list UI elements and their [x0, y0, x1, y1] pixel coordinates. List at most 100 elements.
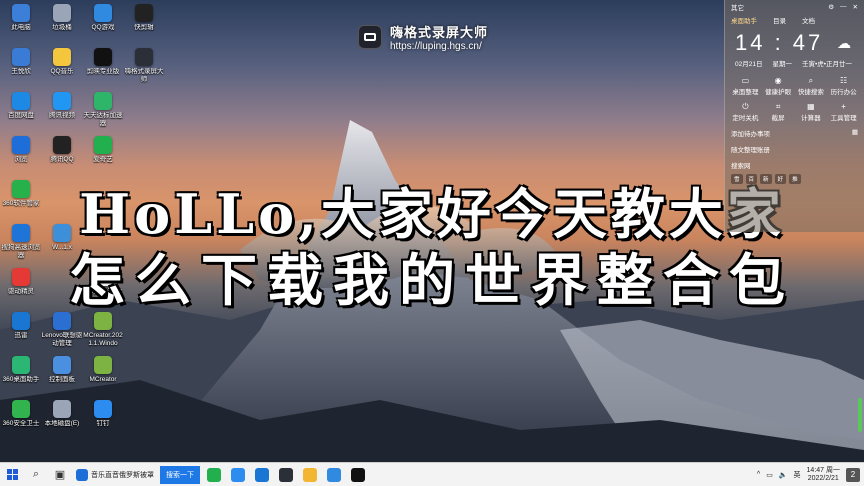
desktop-icon[interactable]: 垃圾桶	[41, 4, 83, 32]
desktop-icon[interactable]: 天天达标加速器	[82, 92, 124, 128]
desktop-icon[interactable]: QQ音乐	[41, 48, 83, 76]
widget-tool[interactable]: ☷ 历行办公	[827, 76, 860, 96]
accelerator-icon	[94, 92, 112, 110]
widget-weekday: 星期一	[772, 61, 792, 68]
add-todo-link[interactable]: 添加待办事项	[731, 128, 770, 138]
recorder-logo-icon	[358, 25, 382, 49]
desktop-icon[interactable]: 控制面板	[41, 356, 83, 384]
taskbar-time: 14:47 周一	[806, 466, 840, 474]
desktop-icon[interactable]: 腾讯视频	[41, 92, 83, 120]
notification-center-icon[interactable]: 2	[846, 467, 860, 482]
todo-grid-icon[interactable]: ▦	[852, 128, 858, 138]
close-icon[interactable]: ✕	[853, 3, 858, 11]
desktop-icon-label: 百度网盘	[8, 112, 34, 119]
desktop-icon-label: 王悦欣	[11, 68, 31, 75]
desktop-icon[interactable]: 本地磁盘(E)	[41, 400, 83, 428]
desktop-icon[interactable]: 腾讯QQ	[41, 136, 83, 164]
desktop-icon[interactable]: MCreator.2021.1.Windo	[82, 312, 124, 348]
disk-icon	[53, 400, 71, 418]
recorder-taskbar-icon[interactable]	[279, 467, 293, 482]
browser-taskbar-icon[interactable]	[231, 467, 245, 482]
desktop-icon-label: MCreator	[89, 376, 117, 383]
volume-icon[interactable]: 🔈	[779, 471, 788, 479]
taskbar: ⌕ ▣ 音乐直音俄罗斯被罩 搜索一下 ^ ▭ 🔈 英 14:47 周一 2022…	[0, 462, 864, 486]
desktop-icon-label: 快剪辑	[134, 24, 154, 31]
web-search-link[interactable]: 搜索网	[731, 160, 751, 170]
desktop-icon[interactable]: 360桌面助手	[0, 356, 42, 384]
taskbar-app-edge[interactable]: 音乐直音俄罗斯被罩	[72, 463, 158, 486]
widget-time: 14 : 47	[735, 30, 824, 55]
widget-lunar-date: 壬寅•虎•正月廿一	[801, 61, 853, 68]
desktop-icon-label: MCreator.2021.1.Windo	[83, 332, 123, 347]
desktop-icon[interactable]: 爱奇艺	[82, 136, 124, 164]
desktop-assistant-widget: 其它 ⚙ — ✕ 桌面助手 目录 文档 14 : 47 ☁ 02月21日 星期一…	[724, 0, 864, 232]
desktop-icon-label: 垃圾桶	[52, 24, 72, 31]
qq-icon	[53, 136, 71, 154]
start-button[interactable]	[0, 463, 24, 486]
baidu-pan-icon	[12, 92, 30, 110]
desktop-icon[interactable]: 浏览	[0, 136, 42, 164]
widget-tool[interactable]: ⌕ 快捷搜索	[795, 76, 828, 96]
taskbar-clock[interactable]: 14:47 周一 2022/2/21	[807, 467, 840, 483]
desktop-icon-label: 剪映专业版	[86, 68, 120, 75]
media-taskbar-icon[interactable]	[327, 467, 341, 482]
taskbar-search-button[interactable]: 搜索一下	[160, 465, 200, 484]
minimize-icon[interactable]: —	[840, 3, 847, 11]
green-scroll-indicator[interactable]	[858, 398, 862, 432]
widget-tag[interactable]: 推	[789, 174, 801, 184]
widget-tool[interactable]: ◉ 健康护眼	[762, 76, 795, 96]
widget-tool[interactable]: ⏻ 定时关机	[729, 102, 762, 122]
desktop-icon[interactable]: MCreator	[82, 356, 124, 384]
desktop-icon[interactable]: QQ游戏	[82, 4, 124, 32]
note-row[interactable]: 随文整理账册	[725, 138, 864, 154]
desktop-icon[interactable]: 快剪辑	[123, 4, 165, 32]
desktop-icon[interactable]: Lenovo联想驱动管理	[41, 312, 83, 348]
calculator-icon: ▦	[807, 102, 815, 111]
desktop-icon[interactable]: 百度网盘	[0, 92, 42, 120]
widget-tag[interactable]: 雪	[731, 174, 743, 184]
widget-tool[interactable]: ▭ 桌面整理	[729, 76, 762, 96]
iqiyi-taskbar-icon[interactable]	[207, 467, 221, 482]
capcut-taskbar-icon[interactable]	[351, 467, 365, 482]
dingtalk-icon	[94, 400, 112, 418]
widget-tag[interactable]: 好	[774, 174, 787, 184]
recycle-bin-icon	[53, 4, 71, 22]
desktop-icon-label: 钉钉	[96, 420, 110, 427]
tab-documents[interactable]: 文档	[802, 15, 815, 25]
tab-directory[interactable]: 目录	[773, 15, 786, 25]
settings-icon[interactable]: ⚙	[828, 3, 834, 11]
folder-taskbar-icon[interactable]	[303, 467, 317, 482]
desktop-icon[interactable]: 钉钉	[82, 400, 124, 428]
ime-indicator[interactable]: 英	[794, 470, 801, 480]
desktop-icon-label: 腾讯QQ	[50, 156, 74, 163]
desktop-icon[interactable]: 360安全卫士	[0, 400, 42, 428]
note-link[interactable]: 随文整理账册	[731, 144, 770, 154]
desktop-icon[interactable]: 王悦欣	[0, 48, 42, 76]
task-view-icon[interactable]: ▣	[48, 463, 72, 486]
search-icon[interactable]: ⌕	[24, 463, 48, 486]
widget-tag[interactable]: 百	[745, 174, 758, 184]
weather-cloud-icon[interactable]: ☁	[837, 35, 854, 52]
network-icon[interactable]: ▭	[766, 471, 773, 479]
widget-tool-label: 快捷搜索	[797, 89, 824, 96]
widget-tool[interactable]: ⌗ 截屏	[762, 102, 795, 122]
widget-tag[interactable]: 新	[760, 174, 772, 184]
desktop-icon-label: QQ游戏	[91, 24, 115, 31]
widget-tool-label: 工具管理	[830, 115, 857, 122]
widget-tool[interactable]: ▦ 计算器	[795, 102, 828, 122]
taskbar-app-label: 音乐直音俄罗斯被罩	[91, 471, 154, 479]
widget-tool-label: 定时关机	[732, 115, 759, 122]
desktop-icon[interactable]: 剪映专业版	[82, 48, 124, 76]
widget-tool[interactable]: + 工具管理	[827, 102, 860, 122]
tray-chevron-icon[interactable]: ^	[757, 471, 760, 478]
web-search-row[interactable]: 搜索网	[725, 154, 864, 170]
feather-taskbar-icon[interactable]	[255, 467, 269, 482]
desktop-icon-label: 嗨格式录屏大师	[124, 68, 164, 83]
todo-row[interactable]: 添加待办事项 ▦	[725, 122, 864, 138]
widget-tag-row: 雪百新好推	[725, 170, 864, 184]
tab-desktop-assistant[interactable]: 桌面助手	[731, 15, 757, 25]
user-folder-icon	[12, 48, 30, 66]
desktop-icon[interactable]: 此电脑	[0, 4, 42, 32]
desktop-icon[interactable]: 嗨格式录屏大师	[123, 48, 165, 84]
desktop-helper-icon	[12, 356, 30, 374]
